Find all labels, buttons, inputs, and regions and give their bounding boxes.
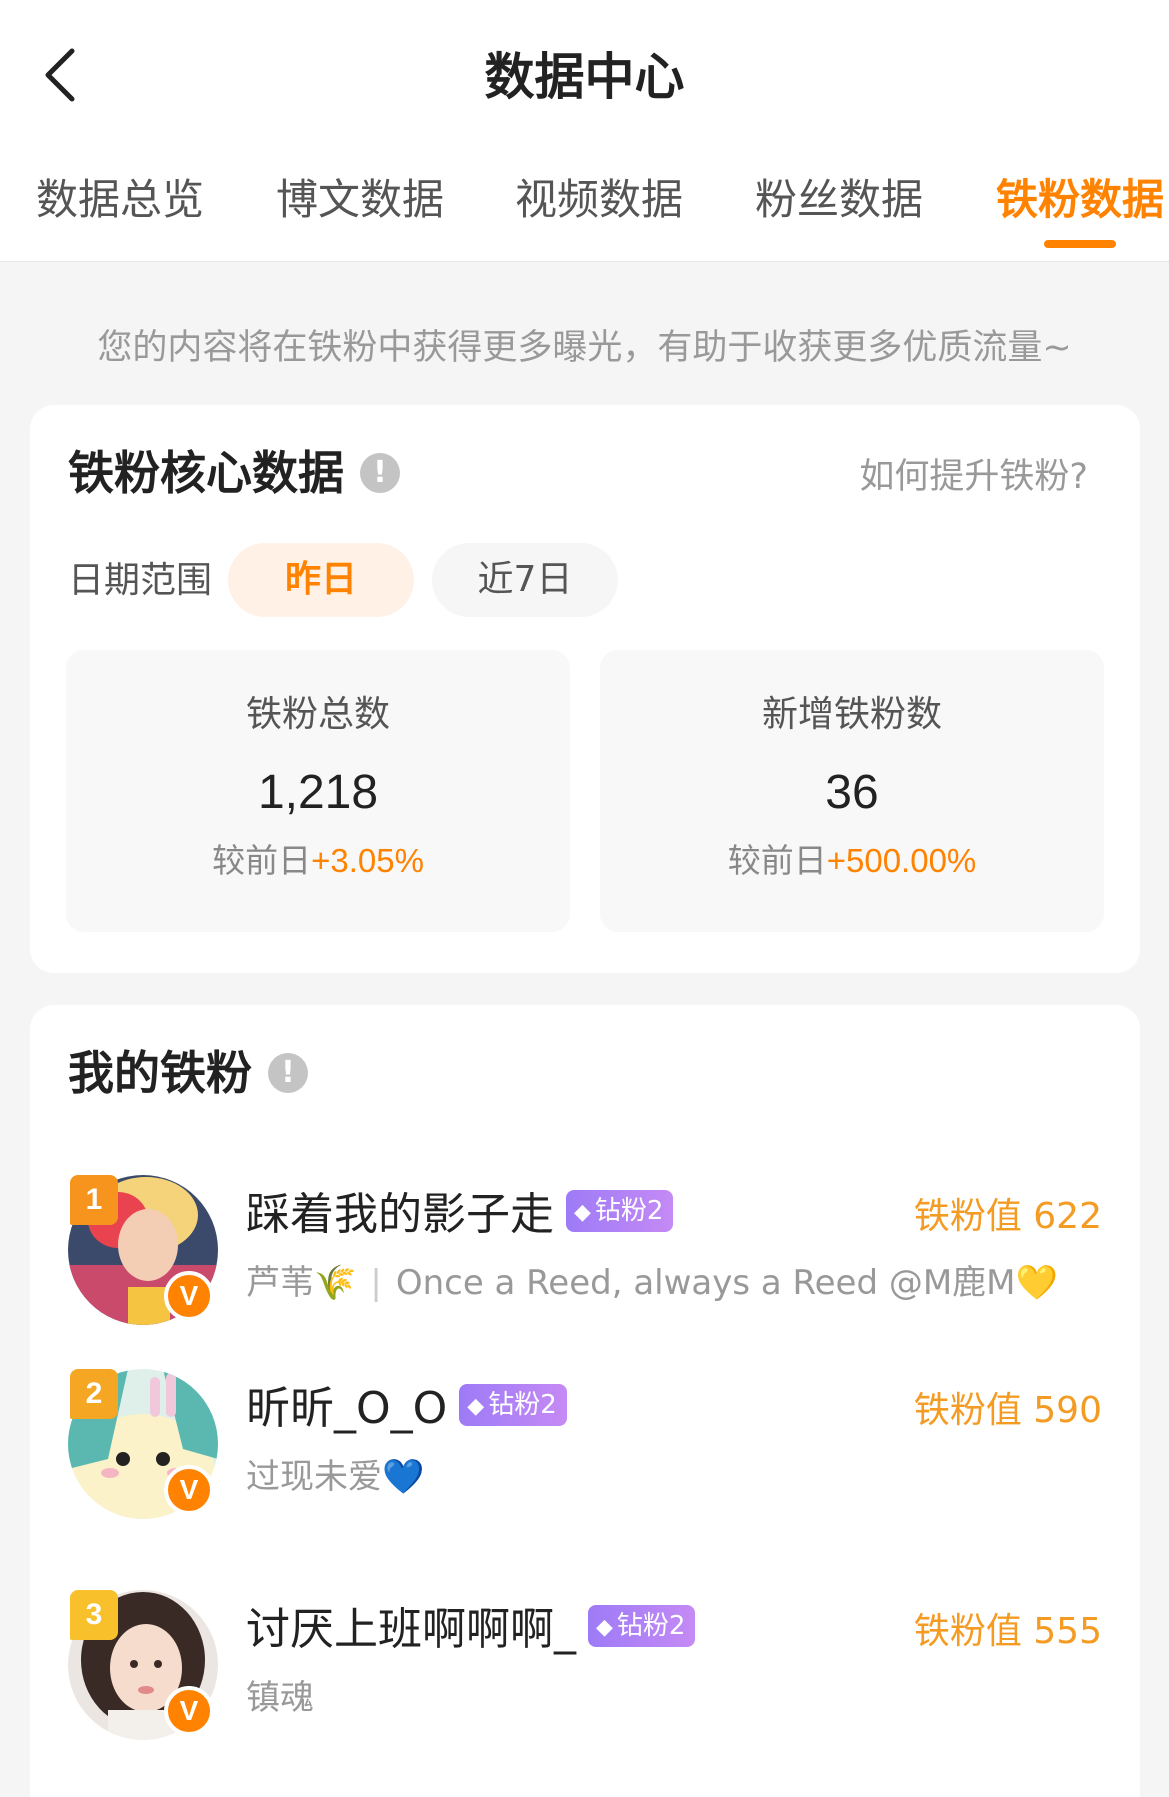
core-data-card: 铁粉核心数据! 如何提升铁粉? 日期范围 昨日 近7日 铁粉总数 1,218 较… <box>30 405 1140 973</box>
tab-bar: 数据总览 博文数据 视频数据 粉丝数据 铁粉数据 <box>0 160 1169 240</box>
stat-label: 新增铁粉数 <box>761 694 942 735</box>
fan-list-item[interactable]: 1 V 踩着我的影子走 ◆ 钻粉2 铁粉值 622 芦苇🌾 | Once a Reed,… <box>30 1175 1140 1365</box>
tab-videos[interactable]: 视频数据 <box>515 160 683 240</box>
rank-badge: 2 <box>70 1369 118 1419</box>
avatar[interactable]: 2 V <box>68 1369 218 1519</box>
verified-icon: V <box>164 1465 214 1515</box>
fan-level-label: 钻粉2 <box>616 1611 686 1641</box>
diamond-icon: ◆ <box>596 1615 613 1640</box>
fan-list-item[interactable]: 2 V 昕昕_O_O ◆ 钻粉2 铁粉值 590 过现未爱💙 <box>30 1369 1140 1559</box>
diamond-icon: ◆ <box>467 1394 485 1419</box>
fan-name-row: 昕昕_O_O ◆ 钻粉2 <box>246 1377 567 1441</box>
fan-score: 铁粉值 590 <box>913 1390 1102 1431</box>
tab-fans[interactable]: 粉丝数据 <box>755 160 923 240</box>
fan-level-tag: ◆ 钻粉2 <box>459 1384 567 1426</box>
fan-name[interactable]: 昕昕_O_O <box>246 1383 447 1434</box>
fan-name[interactable]: 踩着我的影子走 <box>246 1189 554 1240</box>
page-title: 数据中心 <box>484 48 685 106</box>
fan-level-tag: ◆ 钻粉2 <box>566 1190 674 1232</box>
fan-score: 铁粉值 555 <box>913 1611 1102 1652</box>
active-tab-indicator <box>1044 240 1116 248</box>
fan-level-label: 钻粉2 <box>488 1390 557 1420</box>
rank-badge: 1 <box>70 1175 118 1225</box>
fan-desc: 过现未爱💙 <box>246 1457 425 1497</box>
core-data-title: 铁粉核心数据 <box>68 446 344 500</box>
range-7days-button[interactable]: 近7日 <box>432 543 618 617</box>
range-yesterday-button[interactable]: 昨日 <box>228 543 414 617</box>
stat-value: 1,218 <box>257 766 379 819</box>
stat-label: 铁粉总数 <box>245 694 390 735</box>
avatar[interactable]: 3 V <box>68 1590 218 1740</box>
info-icon[interactable]: ! <box>268 1052 308 1093</box>
fan-name[interactable]: 讨厌上班啊啊啊_ <box>246 1604 576 1655</box>
fan-description: 芦苇🌾 | Once a Reed, always a Reed @M鹿M💛 <box>246 1255 1058 1311</box>
stat-total-iron-fans: 铁粉总数 1,218 较前日+3.05% <box>66 650 570 932</box>
stat-change: 较前日+3.05% <box>66 836 570 886</box>
notice-text: 您的内容将在铁粉中获得更多曝光，有助于收获更多优质流量~ <box>97 328 1072 368</box>
date-range-label: 日期范围 <box>68 560 213 601</box>
my-fans-title: 我的铁粉 <box>68 1046 252 1100</box>
stat-change-prefix: 较前日 <box>212 841 312 880</box>
fan-name-row: 讨厌上班啊啊啊_ ◆ 钻粉2 <box>246 1598 696 1662</box>
tab-overview[interactable]: 数据总览 <box>36 160 204 240</box>
info-icon[interactable]: ! <box>360 452 400 493</box>
core-data-heading: 铁粉核心数据! <box>68 441 400 505</box>
stat-change: 较前日+500.00% <box>600 836 1104 886</box>
stat-value: 36 <box>825 766 879 819</box>
fan-list-item[interactable]: 3 V 讨厌上班啊啊啊_ ◆ 钻粉2 铁粉值 555 镇魂 <box>30 1590 1140 1780</box>
stat-change-value: +500.00% <box>826 842 977 879</box>
divider: | <box>370 1263 382 1303</box>
fan-score: 铁粉值 622 <box>913 1196 1102 1237</box>
my-fans-card: 我的铁粉! 1 V 踩着我的影子走 ◆ 钻粉2 铁粉值 622 芦苇🌾 | Once <box>30 1005 1140 1797</box>
fan-desc-2: Once a Reed, always a Reed @M鹿M💛 <box>395 1263 1058 1303</box>
fan-description: 镇魂 <box>246 1670 314 1726</box>
stat-new-iron-fans: 新增铁粉数 36 较前日+500.00% <box>600 650 1104 932</box>
fan-desc: 芦苇🌾 <box>246 1263 357 1303</box>
fan-level-tag: ◆ 钻粉2 <box>588 1605 696 1647</box>
fan-level-label: 钻粉2 <box>594 1196 664 1226</box>
stat-change-prefix: 较前日 <box>727 841 827 880</box>
tab-iron-fans[interactable]: 铁粉数据 <box>996 160 1164 240</box>
verified-icon: V <box>164 1686 214 1736</box>
diamond-icon: ◆ <box>574 1200 591 1225</box>
avatar[interactable]: 1 V <box>68 1175 218 1325</box>
fan-name-row: 踩着我的影子走 ◆ 钻粉2 <box>246 1183 674 1247</box>
verified-icon: V <box>164 1271 214 1321</box>
header: 数据中心 数据总览 博文数据 视频数据 粉丝数据 铁粉数据 <box>0 0 1169 262</box>
stat-change-value: +3.05% <box>311 842 424 879</box>
my-fans-heading: 我的铁粉! <box>68 1041 308 1105</box>
how-to-improve-link[interactable]: 如何提升铁粉? <box>859 445 1088 509</box>
rank-badge: 3 <box>70 1590 118 1640</box>
fan-desc: 镇魂 <box>246 1678 314 1718</box>
tab-posts[interactable]: 博文数据 <box>276 160 444 240</box>
fan-description: 过现未爱💙 <box>246 1449 424 1505</box>
